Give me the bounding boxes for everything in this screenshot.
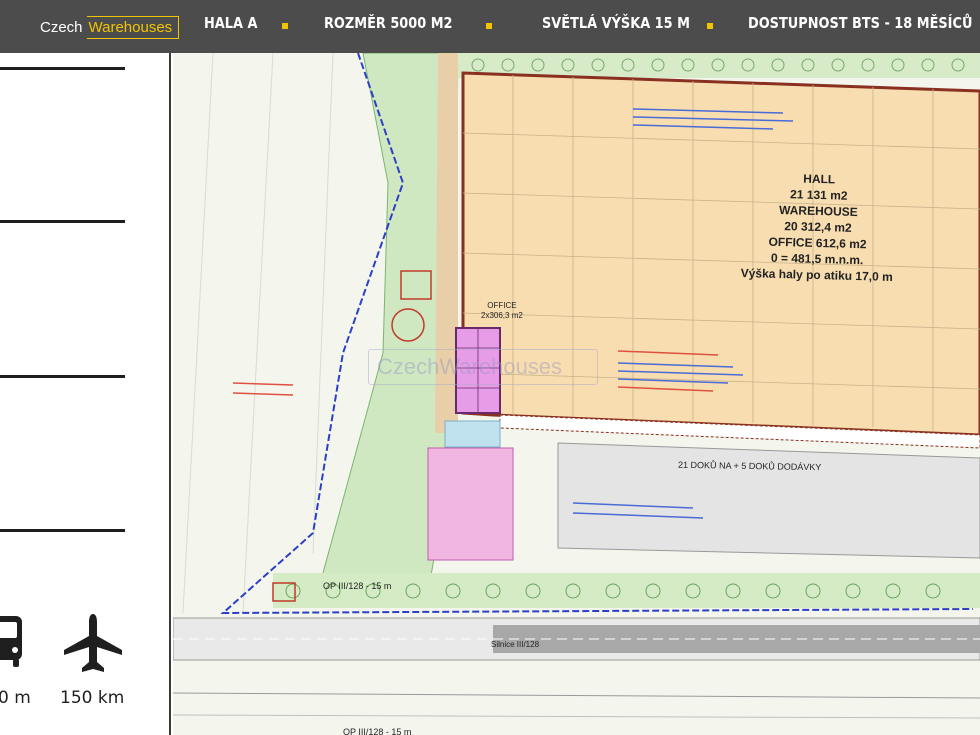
bus-icon bbox=[0, 616, 22, 667]
hall-label: HALL 21 131 m2 WAREHOUSE 20 312,4 m2 OFF… bbox=[732, 169, 905, 285]
bus-distance: 0 m bbox=[0, 688, 31, 708]
office-size: 2x306,3 m2 bbox=[481, 311, 523, 320]
plane-icon bbox=[64, 614, 122, 672]
nav-separator bbox=[486, 23, 492, 29]
top-nav-bar: Czech Warehouses HALA A ROZMĚR 5000 M2 S… bbox=[0, 0, 980, 53]
watermark: CzechWarehouses bbox=[368, 349, 598, 385]
logo-word-warehouses: Warehouses bbox=[86, 16, 180, 39]
protection-zone-label: OP III/128 - 15 m bbox=[323, 581, 392, 591]
transport-distances: 0 m 150 km bbox=[0, 612, 171, 712]
office-title: OFFICE bbox=[487, 301, 517, 310]
road-label: Silnice III/128 bbox=[491, 640, 540, 649]
nav-clear-height[interactable]: SVĚTLÁ VÝŠKA 15 M bbox=[542, 14, 690, 32]
office-label: OFFICE 2x306,3 m2 bbox=[481, 301, 523, 321]
nav-hall[interactable]: HALA A bbox=[204, 14, 257, 32]
divider-line bbox=[0, 375, 125, 378]
divider-line bbox=[0, 529, 125, 532]
protection-zone-label-2: OP III/128 - 15 m bbox=[343, 727, 412, 735]
divider-line bbox=[0, 67, 125, 70]
divider-line bbox=[0, 220, 125, 223]
logo[interactable]: Czech Warehouses bbox=[34, 14, 180, 41]
nav-separator bbox=[282, 23, 288, 29]
nav-availability[interactable]: DOSTUPNOST BTS - 18 MĚSÍCŮ bbox=[748, 14, 972, 32]
nav-separator bbox=[707, 23, 713, 29]
left-info-panel: 0 m 150 km bbox=[0, 53, 171, 735]
logo-word-czech: Czech bbox=[40, 19, 83, 36]
site-plan-image: HALL 21 131 m2 WAREHOUSE 20 312,4 m2 OFF… bbox=[173, 53, 980, 735]
site-plan-drawing bbox=[173, 53, 980, 719]
nav-size[interactable]: ROZMĚR 5000 M2 bbox=[324, 14, 453, 32]
airport-distance: 150 km bbox=[60, 688, 125, 708]
